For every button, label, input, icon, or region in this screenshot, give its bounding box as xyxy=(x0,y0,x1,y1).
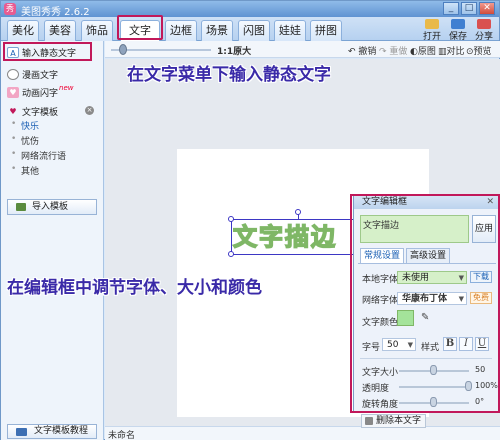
comic-bubble-icon xyxy=(7,68,19,80)
redo-label: 重做 xyxy=(389,47,408,57)
tab-scene[interactable]: 场景 xyxy=(201,20,233,41)
import-label: 导入模板 xyxy=(32,202,69,212)
app-logo-icon: 秀 xyxy=(4,3,16,15)
rotate-handle[interactable] xyxy=(295,209,301,215)
app-title: 美图秀秀 2.6.2 xyxy=(21,7,90,18)
left-sidebar xyxy=(1,41,104,440)
tab-accessories[interactable]: 饰品 xyxy=(81,20,113,41)
file-name: 未命名 xyxy=(108,431,136,440)
tab-border[interactable]: 边框 xyxy=(165,20,197,41)
original-label: 原图 xyxy=(417,47,436,57)
static-text-highlight xyxy=(3,42,92,61)
sidebar-item-label: 文字模板 xyxy=(22,107,59,118)
share-button[interactable]: 分享 xyxy=(473,19,495,42)
new-badge: new xyxy=(59,84,74,92)
minimize-button[interactable]: _ xyxy=(443,2,459,15)
resize-handle-bl[interactable] xyxy=(228,251,234,257)
annotation-top: 在文字菜单下输入静态文字 xyxy=(127,65,331,85)
open-button[interactable]: 打开 xyxy=(421,19,443,42)
share-icon xyxy=(477,19,491,29)
close-button[interactable]: ✕ xyxy=(479,2,495,15)
annotation-middle: 在编辑框中调节字体、大小和颜色 xyxy=(7,278,262,298)
title-bar: 秀 美图秀秀 2.6.2 _ □ ✕ xyxy=(1,1,499,18)
template-sub-other[interactable]: 其他 xyxy=(11,164,39,177)
import-template-button[interactable]: 导入模板 xyxy=(7,199,97,215)
template-sub-internet-slang[interactable]: 网络流行语 xyxy=(11,149,66,162)
resize-handle-tl[interactable] xyxy=(228,216,234,222)
import-icon xyxy=(16,203,26,211)
edit-toolbar: 1:1原大 ↶ 撤销 ↷ 重做 ◐原图 ▥对比 ⊙预览 xyxy=(105,41,500,58)
tab-face[interactable]: 美容 xyxy=(44,20,76,41)
tab-flash[interactable]: 闪图 xyxy=(238,20,270,41)
maximize-button[interactable]: □ xyxy=(461,2,477,15)
sidebar-item-comic-text[interactable]: 漫画文字 xyxy=(7,67,58,81)
delete-label: 删除本文字 xyxy=(376,416,422,426)
text-tab-highlight xyxy=(117,15,163,40)
original-button[interactable]: ◐原图 xyxy=(410,44,436,57)
status-bar: 未命名 xyxy=(105,426,500,440)
template-sub-happy[interactable]: 快乐 xyxy=(11,119,39,132)
tutorial-label: 文字模板教程 xyxy=(34,426,89,436)
redo-button[interactable]: ↷ 重做 xyxy=(379,44,407,57)
undo-button[interactable]: ↶ 撤销 xyxy=(348,44,376,57)
preview-button[interactable]: ⊙预览 xyxy=(466,44,492,57)
save-button[interactable]: 保存 xyxy=(447,19,469,42)
compare-button[interactable]: ▥对比 xyxy=(438,44,465,57)
template-icon: ♥ xyxy=(9,106,17,116)
template-sub-sad[interactable]: 忧伤 xyxy=(11,134,39,147)
zoom-original-button[interactable]: 1:1原大 xyxy=(217,44,251,57)
save-icon xyxy=(451,19,465,29)
tab-collage[interactable]: 拼图 xyxy=(310,20,342,41)
trash-icon xyxy=(365,417,373,425)
sidebar-item-label: 漫画文字 xyxy=(22,70,59,81)
preview-label: 预览 xyxy=(473,47,492,57)
collapse-icon[interactable]: × xyxy=(85,106,94,115)
tab-doll[interactable]: 娃娃 xyxy=(274,20,306,41)
animated-text-icon: ♥ xyxy=(7,86,19,98)
panel-highlight xyxy=(350,194,500,413)
tab-beautify[interactable]: 美化 xyxy=(7,20,39,41)
tutorial-icon xyxy=(16,428,27,436)
delete-text-button[interactable]: 删除本文字 xyxy=(361,414,427,428)
folder-icon xyxy=(425,19,439,29)
sidebar-item-animated-text[interactable]: ♥ 动画闪字 new xyxy=(7,84,74,99)
compare-label: 对比 xyxy=(446,47,465,57)
sidebar-item-label: 动画闪字 xyxy=(22,88,59,99)
undo-label: 撤销 xyxy=(358,47,377,57)
sidebar-item-text-template[interactable]: ♥ 文字模板 xyxy=(7,104,58,118)
template-tutorial-button[interactable]: 文字模板教程 xyxy=(7,424,97,439)
zoom-slider-knob[interactable] xyxy=(119,44,127,55)
text-selection-box[interactable] xyxy=(231,219,367,255)
app-window: 秀 美图秀秀 2.6.2 _ □ ✕ 美化 美容 饰品 文字 边框 场景 闪图 … xyxy=(0,0,500,440)
